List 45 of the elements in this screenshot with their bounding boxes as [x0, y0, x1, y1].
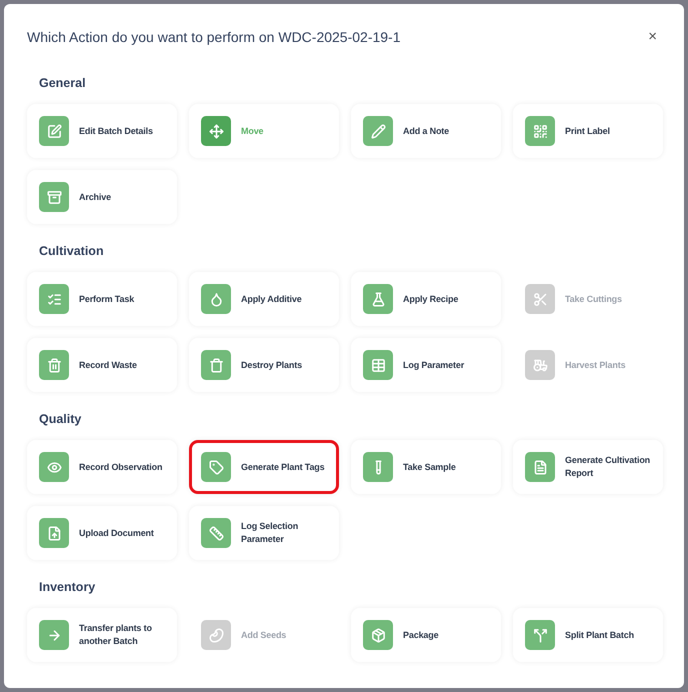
flask-icon	[363, 284, 393, 314]
action-card[interactable]: Archive	[27, 170, 177, 224]
archive-icon	[39, 182, 69, 212]
section-heading: Cultivation	[39, 243, 105, 259]
file-upload-icon	[39, 518, 69, 548]
action-card[interactable]: Apply Recipe	[351, 272, 501, 326]
action-card[interactable]: Record Observation	[27, 440, 177, 494]
test-tube-icon	[363, 452, 393, 482]
trash-icon	[39, 350, 69, 380]
edit-icon	[39, 116, 69, 146]
action-card[interactable]: Record Waste	[27, 338, 177, 392]
action-card[interactable]: Add a Note	[351, 104, 501, 158]
action-card[interactable]: Split Plant Batch	[513, 608, 663, 662]
action-card[interactable]: Package	[351, 608, 501, 662]
tag-icon	[201, 452, 231, 482]
tractor-icon	[525, 350, 555, 380]
action-card[interactable]: Apply Additive	[189, 272, 339, 326]
dialog-title: Which Action do you want to perform on WDC-2025-02-19-1	[27, 28, 401, 44]
table-icon	[363, 350, 393, 380]
eye-icon	[39, 452, 69, 482]
section-heading: Quality	[39, 411, 82, 427]
checklist-icon	[39, 284, 69, 314]
action-card[interactable]: Destroy Plants	[189, 338, 339, 392]
action-card[interactable]: Edit Batch Details	[27, 104, 177, 158]
ruler-icon	[201, 518, 231, 548]
section-heading: Inventory	[39, 579, 96, 595]
scissors-icon	[525, 284, 555, 314]
action-card[interactable]: Generate Plant Tags	[189, 440, 339, 494]
package-icon	[363, 620, 393, 650]
seeds-icon	[201, 620, 231, 650]
section-heading: General	[39, 75, 87, 91]
move-icon	[201, 116, 231, 146]
pencil-icon	[363, 116, 393, 146]
split-icon	[525, 620, 555, 650]
action-card[interactable]: Perform Task	[27, 272, 177, 326]
action-card[interactable]: Print Label	[513, 104, 663, 158]
action-card[interactable]: Take Sample	[351, 440, 501, 494]
action-card[interactable]: Generate Cultivation Report	[513, 440, 663, 494]
action-card[interactable]: Transfer plants to another Batch	[27, 608, 177, 662]
close-button[interactable]: ×	[644, 28, 661, 45]
qr-code-icon	[525, 116, 555, 146]
action-card[interactable]: Log Selection Parameter	[189, 506, 339, 560]
action-card[interactable]: Upload Document	[27, 506, 177, 560]
arrow-right-icon	[39, 620, 69, 650]
action-card[interactable]: Log Parameter	[351, 338, 501, 392]
